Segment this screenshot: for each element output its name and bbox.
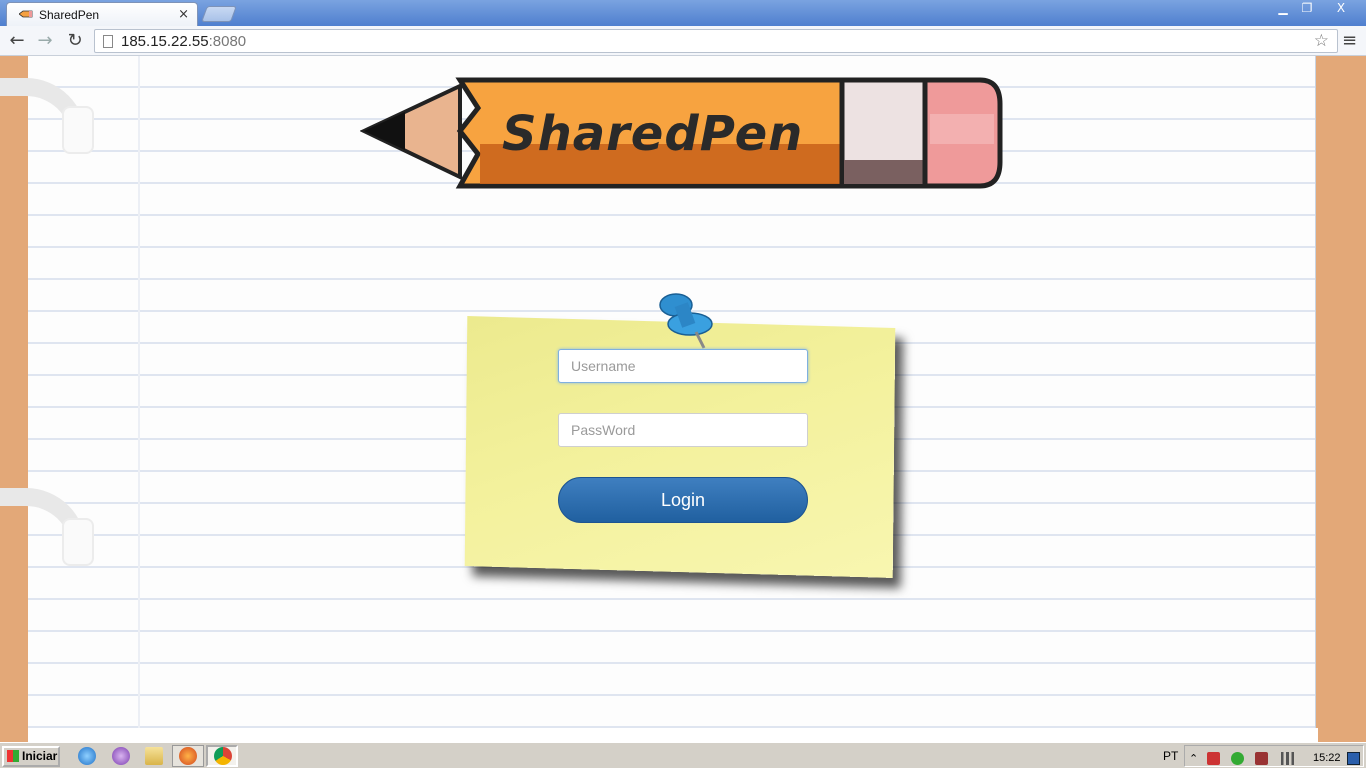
show-desktop-icon[interactable] — [1347, 752, 1360, 765]
tab-title: SharedPen — [39, 8, 100, 22]
notebook-cover-edge — [1316, 56, 1366, 742]
minimize-button[interactable]: ▁ — [1270, 0, 1296, 18]
menu-icon[interactable]: ≡ — [1342, 30, 1357, 51]
url-text: 185.15.22.55:8080 — [121, 33, 247, 50]
page-icon — [103, 35, 113, 48]
tab-close-button[interactable]: × — [178, 7, 189, 22]
reload-icon[interactable]: ↻ — [64, 30, 86, 52]
new-tab-button[interactable] — [201, 6, 237, 22]
taskbar-chrome[interactable] — [206, 745, 238, 767]
username-input[interactable] — [558, 349, 808, 383]
pushpin-icon — [659, 293, 713, 349]
browser-toolbar: ← → ↻ 185.15.22.55:8080 ☆ ≡ — [0, 26, 1366, 56]
update-icon[interactable] — [1231, 752, 1244, 765]
antivirus-icon[interactable] — [1255, 752, 1268, 765]
back-icon[interactable]: ← — [6, 30, 28, 52]
page-background: SharedPen Login — [0, 56, 1366, 742]
security-icon[interactable] — [1207, 752, 1220, 765]
binder-hole — [62, 518, 94, 566]
sharedpen-logo: SharedPen — [360, 77, 1003, 189]
viber-icon[interactable] — [112, 747, 130, 765]
start-label: Iniciar — [22, 749, 58, 763]
taskbar: Iniciar PT ⌃ 15:22 — [0, 742, 1366, 768]
page-bottom — [28, 728, 1318, 742]
folder-icon[interactable] — [145, 747, 163, 765]
restore-button[interactable]: ❐ — [1294, 0, 1320, 18]
taskbar-firefox[interactable] — [172, 745, 204, 767]
browser-tab[interactable]: SharedPen × — [6, 2, 198, 26]
windows-logo-icon — [7, 750, 19, 762]
start-button[interactable]: Iniciar — [2, 746, 60, 767]
margin-line — [138, 56, 140, 728]
close-window-button[interactable]: X — [1320, 0, 1362, 18]
logo-text: SharedPen — [502, 106, 803, 162]
system-tray: ⌃ 15:22 — [1184, 745, 1364, 767]
network-icon[interactable] — [1281, 752, 1294, 765]
star-icon[interactable]: ☆ — [1314, 31, 1329, 51]
address-bar[interactable]: 185.15.22.55:8080 ☆ — [94, 29, 1338, 53]
chrome-icon — [214, 747, 232, 765]
login-button[interactable]: Login — [558, 477, 808, 523]
binder-hole — [62, 106, 94, 154]
ie-icon[interactable] — [78, 747, 96, 765]
tray-expand-icon[interactable]: ⌃ — [1189, 752, 1202, 765]
language-indicator[interactable]: PT — [1163, 749, 1178, 763]
sharedpen-favicon-icon — [19, 10, 33, 18]
forward-icon[interactable]: → — [34, 30, 56, 52]
browser-titlebar: SharedPen × ▁ ❐ X — [0, 0, 1366, 26]
password-input[interactable] — [558, 413, 808, 447]
firefox-icon — [179, 747, 197, 765]
clock: 15:22 — [1313, 752, 1341, 764]
